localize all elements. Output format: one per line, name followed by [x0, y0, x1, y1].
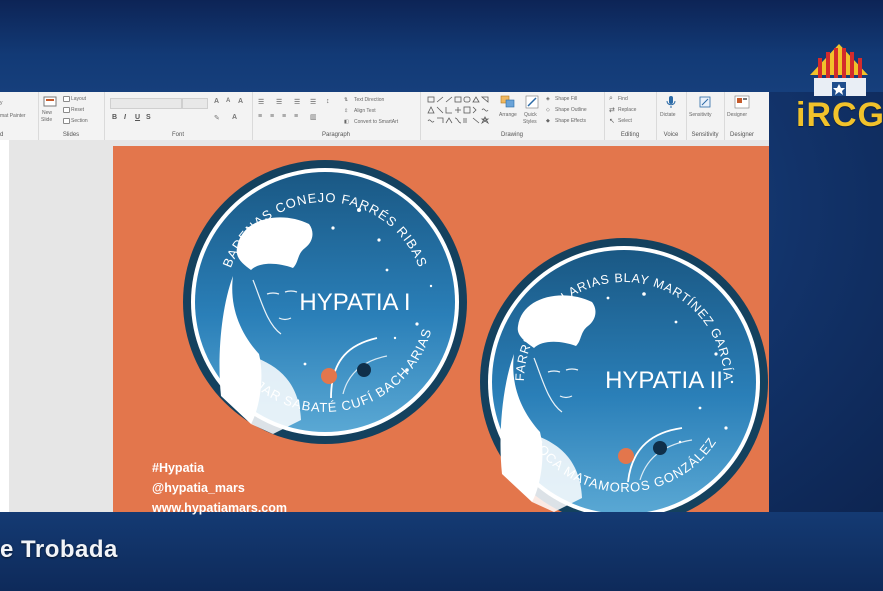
shape-fill-icon: ◈ [546, 96, 550, 102]
align-right-icon[interactable]: ≡ [282, 113, 286, 120]
strikethrough-icon[interactable]: S [146, 114, 151, 121]
hypatia-1-patch: HYPATIA I BADENAS CONEJO FARRÉS RIBAS JA… [183, 160, 467, 444]
ribbon-group-drawing: Arrange Quick Styles ◈ Shape Fill ◇ Shap… [420, 92, 605, 140]
ribbon-group-designer: Designer Designer [724, 92, 760, 140]
decrease-indent-icon[interactable]: ☰ [294, 98, 300, 106]
ribbon-group-voice: Dictate Voice [656, 92, 687, 140]
hashtag-text: #Hypatia [152, 461, 205, 475]
designer-group-label: Designer [729, 132, 754, 138]
line-spacing-icon[interactable]: ↕ [326, 98, 330, 105]
smartart-icon: ◧ [344, 119, 349, 125]
lower-third-caption: e Trobada [0, 536, 118, 563]
ribbon-group-editing: ⌕ Find ⇄ Replace ↖ Select Editing [604, 92, 657, 140]
align-text-icon: ⇳ [344, 108, 349, 114]
new-slide-button[interactable]: New [42, 110, 52, 116]
ribbon-group-sensitivity: Sensitivity Sensitivity [686, 92, 725, 140]
shape-outline-button[interactable]: Shape Outline [555, 107, 587, 113]
columns-icon[interactable]: ▥ [310, 113, 317, 121]
text-direction-button[interactable]: Text Direction [354, 97, 384, 103]
grow-font-icon[interactable]: A [214, 98, 219, 105]
editing-group-label: Editing [620, 132, 640, 138]
patch-1-title: HYPATIA I [299, 289, 410, 316]
video-background-bottom [0, 512, 883, 591]
sensitivity-icon[interactable] [698, 95, 712, 109]
clipboard-group-label: d [0, 132, 4, 138]
font-size-dropdown[interactable] [182, 98, 208, 109]
replace-button[interactable]: Replace [618, 107, 636, 113]
find-button[interactable]: Find [618, 96, 628, 102]
shape-effects-icon: ◆ [546, 118, 550, 124]
align-left-icon[interactable]: ≡ [258, 113, 262, 120]
designer-icon[interactable] [734, 95, 750, 109]
paragraph-group-label: Paragraph [321, 132, 351, 138]
quick-styles-button-line2: Styles [523, 119, 537, 125]
ribbon-group-paragraph: ☰ ☰ ☰ ☰ ↕ ≡ ≡ ≡ ≡ ▥ ⇅ Text Direction ⇳ A… [252, 92, 421, 140]
numbering-icon[interactable]: ☰ [276, 98, 282, 106]
powerpoint-ribbon: y mat Painter d New Slide Layout Reset S… [0, 92, 769, 141]
ribbon-group-slides: New Slide Layout Reset Section Slides [38, 92, 105, 140]
layout-icon [63, 96, 70, 102]
patch-2-title: HYPATIA II [605, 367, 723, 394]
clear-formatting-icon[interactable]: A [238, 98, 243, 105]
bold-icon[interactable]: B [112, 114, 117, 121]
new-slide-button-line2: Slide [41, 117, 53, 123]
shape-fill-button[interactable]: Shape Fill [555, 96, 577, 102]
sensitivity-button[interactable]: Sensitivity [689, 112, 712, 118]
increase-indent-icon[interactable]: ☰ [310, 98, 316, 106]
highlight-icon[interactable]: ✎ [214, 114, 220, 122]
font-color-icon[interactable]: A [232, 114, 237, 121]
text-direction-icon: ⇅ [344, 97, 349, 103]
layout-button[interactable]: Layout [71, 96, 86, 102]
arrange-icon[interactable] [500, 95, 516, 109]
social-links: #Hypatia @hypatia_mars www.hypatiamars.c… [152, 458, 287, 518]
select-icon: ↖ [609, 118, 615, 125]
shape-outline-icon: ◇ [546, 107, 550, 113]
font-name-dropdown[interactable] [110, 98, 182, 109]
handle-text: @hypatia_mars [152, 481, 245, 495]
voice-group-label: Voice [663, 132, 679, 138]
quick-styles-button[interactable]: Quick [524, 112, 537, 118]
italic-icon[interactable]: I [124, 114, 126, 121]
find-icon: ⌕ [609, 95, 613, 102]
align-text-button[interactable]: Align Text [354, 108, 376, 114]
ribbon-group-clipboard: y mat Painter d [0, 92, 39, 140]
reset-button[interactable]: Reset [71, 107, 84, 113]
dictate-button[interactable]: Dictate [660, 112, 676, 118]
section-button[interactable]: Section [71, 118, 88, 124]
sensitivity-group-label: Sensitivity [691, 132, 719, 138]
drawing-group-label: Drawing [500, 132, 523, 138]
font-group-label: Font [171, 132, 184, 138]
convert-smartart-button[interactable]: Convert to SmartArt [354, 119, 398, 125]
hypatia-2-patch: HYPATIA II FARRÉS BACH ARIAS BLAY MARTÍN… [480, 238, 768, 512]
designer-button[interactable]: Designer [727, 112, 747, 118]
justify-icon[interactable]: ≡ [294, 113, 298, 120]
shapes-gallery[interactable] [426, 95, 498, 125]
ircg-logo-text: iRCG [796, 96, 883, 134]
video-background-top [0, 0, 883, 92]
section-icon [63, 118, 70, 124]
format-painter-button[interactable]: mat Painter [0, 113, 26, 119]
microphone-icon[interactable] [665, 95, 677, 109]
ribbon-group-font: B I U S A A A ✎ A Font [104, 92, 253, 140]
align-center-icon[interactable]: ≡ [270, 113, 274, 120]
shrink-font-icon[interactable]: A [226, 98, 230, 104]
website-text: www.hypatiamars.com [152, 501, 287, 515]
arrange-button[interactable]: Arrange [499, 112, 517, 118]
new-slide-icon[interactable] [43, 96, 57, 108]
underline-icon[interactable]: U [135, 114, 140, 121]
bullets-icon[interactable]: ☰ [258, 98, 264, 106]
shape-effects-button[interactable]: Shape Effects [555, 118, 586, 124]
slides-group-label: Slides [62, 132, 80, 138]
quick-styles-icon[interactable] [525, 95, 539, 109]
select-button[interactable]: Select [618, 118, 632, 124]
reset-icon [63, 107, 70, 113]
replace-icon: ⇄ [609, 107, 615, 114]
